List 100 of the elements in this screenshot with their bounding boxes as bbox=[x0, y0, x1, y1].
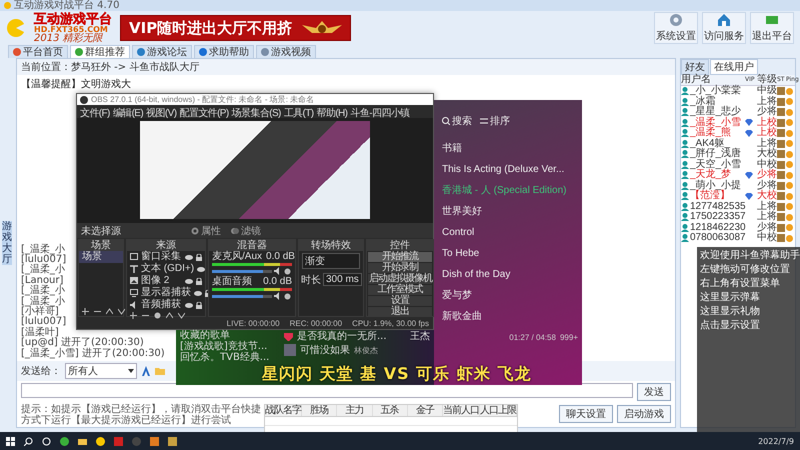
windows-icon[interactable] bbox=[6, 436, 15, 446]
plus-icon[interactable] bbox=[82, 308, 89, 315]
user-rank: 上校 bbox=[757, 118, 777, 128]
down-icon[interactable] bbox=[118, 308, 125, 315]
user-name[interactable]: _萌小_小提 bbox=[690, 180, 742, 191]
plus-icon[interactable] bbox=[130, 312, 137, 319]
vip-banner[interactable]: VIP随时进出大厅不用挤 bbox=[120, 15, 352, 41]
menu-item[interactable]: 场景集合(S) bbox=[232, 106, 281, 117]
track-artist: 林俊杰 bbox=[354, 344, 378, 356]
playlist-link[interactable]: 回忆杀。TVB经典... bbox=[180, 353, 276, 363]
playlist-link[interactable]: [游戏战歌]竞技节... bbox=[180, 342, 276, 352]
up-icon[interactable] bbox=[166, 312, 173, 319]
app-icon[interactable] bbox=[60, 436, 69, 446]
chat-line: [小祥哥] bbox=[21, 306, 59, 317]
action-button[interactable]: 聊天设置 bbox=[559, 405, 613, 423]
toolbar-button[interactable]: 系统设置 bbox=[654, 12, 698, 44]
chat-line: [up@d] 进开了(20:00:30) bbox=[21, 338, 144, 348]
user-name[interactable]: _小_小棠棠 bbox=[690, 86, 742, 96]
side-tab[interactable]: 游戏大厅 bbox=[2, 221, 12, 265]
nav-tab[interactable]: 求助帮助 bbox=[194, 45, 254, 58]
toolbar-button[interactable]: 退出平台 bbox=[750, 12, 794, 44]
track-title[interactable]: 可惜没如果 bbox=[300, 344, 350, 356]
playlist-item[interactable]: 爱与梦 bbox=[442, 285, 578, 306]
toolbar-button[interactable]: 排序 bbox=[480, 114, 510, 128]
toolbar-button[interactable]: 搜索 bbox=[442, 114, 472, 128]
search-icon[interactable] bbox=[24, 436, 33, 446]
source-item[interactable]: 窗口采集 bbox=[141, 251, 181, 263]
menu-item[interactable]: 编辑(E) bbox=[112, 106, 144, 117]
panel-tab[interactable]: 好友 bbox=[681, 59, 709, 75]
playlist-item[interactable]: 世界美好 bbox=[442, 201, 578, 222]
lock-icon[interactable] bbox=[196, 254, 202, 260]
message-input[interactable] bbox=[21, 383, 633, 398]
playlist-item[interactable]: 香港城 - 人 (Special Edition) bbox=[442, 180, 578, 201]
panel-tab[interactable]: 在线用户 bbox=[710, 59, 758, 75]
source-item[interactable]: 显示器捕获 bbox=[141, 287, 191, 299]
nav-tab[interactable]: 群组推荐 bbox=[70, 45, 130, 58]
menu-item[interactable]: 配置文件(P) bbox=[179, 106, 229, 117]
song-artist[interactable]: 王杰 bbox=[410, 331, 430, 342]
minus-icon[interactable] bbox=[94, 308, 101, 315]
source-bar-button[interactable]: 属性 bbox=[191, 224, 221, 238]
user-name[interactable]: 0780063087 bbox=[690, 233, 746, 244]
playlist-item[interactable]: 新歌金曲 bbox=[442, 306, 578, 327]
playlist-item[interactable]: 书籍 bbox=[442, 138, 578, 159]
control-button[interactable]: 启动虚拟摄像机 bbox=[368, 274, 432, 284]
control-button[interactable]: 开始推流 bbox=[368, 252, 432, 262]
recipient-dropdown[interactable]: 所有人 bbox=[65, 363, 137, 379]
menu-item[interactable]: 视图(V) bbox=[146, 106, 176, 117]
song-title[interactable]: 是否我真的一无所... bbox=[297, 331, 387, 342]
menu-item[interactable]: 帮助(H) bbox=[316, 106, 348, 117]
playback-time: 01:27 / 04:58 bbox=[509, 333, 556, 342]
user-name[interactable]: 1218462230 bbox=[690, 222, 746, 233]
user-name[interactable]: 1750223357 bbox=[690, 212, 746, 222]
playlist-item[interactable]: To Hebe bbox=[442, 243, 578, 264]
user-name[interactable]: _AK4躯_ bbox=[690, 138, 730, 149]
playlist-item[interactable]: Dish of the Day bbox=[442, 264, 578, 285]
user-name[interactable]: _星星_悲少 bbox=[690, 107, 742, 118]
tab-icon bbox=[75, 48, 83, 56]
toolbar-button[interactable]: 访问服务 bbox=[702, 12, 746, 44]
user-name[interactable]: _温柔_小雪 bbox=[690, 118, 742, 128]
action-button[interactable]: 启动游戏 bbox=[617, 405, 671, 423]
menu-item[interactable]: 工具(T) bbox=[284, 106, 314, 117]
scene-item[interactable]: 场景 bbox=[79, 251, 123, 263]
lock-icon[interactable] bbox=[196, 278, 202, 284]
playlist-item[interactable]: Control bbox=[442, 222, 578, 243]
folder-icon[interactable] bbox=[78, 436, 87, 446]
menu-item[interactable]: 斗鱼-四四小镇 bbox=[350, 106, 410, 117]
user-name[interactable]: _天空_小雪 bbox=[690, 160, 742, 170]
send-button[interactable]: 发送 bbox=[637, 383, 671, 401]
overlay-text: 这里显示礼物 bbox=[700, 306, 761, 317]
user-name[interactable]: _温柔_熊 bbox=[690, 128, 732, 138]
minus-icon[interactable] bbox=[142, 312, 149, 319]
control-button[interactable]: 退出 bbox=[368, 307, 432, 317]
user-name[interactable]: _胖仔_浅唐 bbox=[690, 149, 742, 160]
control-button[interactable]: 工作室模式 bbox=[368, 285, 432, 295]
font-icon[interactable] bbox=[141, 366, 151, 376]
user-name[interactable]: _天龙_梦 bbox=[690, 170, 732, 180]
playlist-item[interactable]: This Is Acting (Deluxe Ver... bbox=[442, 159, 578, 180]
user-name[interactable]: 【范滢】 bbox=[690, 191, 730, 202]
menu-item[interactable]: 文件(F) bbox=[80, 106, 110, 117]
source-item[interactable]: 文本 (GDI+) bbox=[141, 263, 194, 275]
overlay-text: 欢迎使用斗鱼弹幕助手 bbox=[700, 250, 797, 261]
nav-tab[interactable]: 平台首页 bbox=[8, 45, 68, 58]
dock-title: 控件 bbox=[367, 240, 433, 251]
control-button[interactable]: 开始录制 bbox=[368, 263, 432, 273]
lock-icon[interactable] bbox=[196, 302, 202, 308]
user-name[interactable]: _冰霜 bbox=[690, 96, 716, 107]
circle-icon[interactable] bbox=[42, 436, 51, 446]
source-item[interactable]: 图像 2 bbox=[141, 275, 170, 287]
nav-tab[interactable]: 游戏视频 bbox=[256, 45, 316, 58]
source-bar-button[interactable]: 滤镜 bbox=[231, 224, 261, 238]
up-icon[interactable] bbox=[106, 308, 113, 315]
nav-tab[interactable]: 游戏论坛 bbox=[132, 45, 192, 58]
logo-slogan: 2013 精彩无限 bbox=[34, 34, 104, 44]
user-name[interactable]: 1277482535 bbox=[690, 202, 746, 212]
source-item[interactable]: 音频捕获 bbox=[141, 299, 181, 311]
transition-dropdown[interactable]: 渐变 bbox=[302, 253, 360, 269]
heart-icon[interactable] bbox=[284, 332, 293, 340]
duration-field[interactable]: 300 ms bbox=[323, 273, 362, 286]
control-button[interactable]: 设置 bbox=[368, 296, 432, 306]
down-icon[interactable] bbox=[178, 312, 185, 319]
